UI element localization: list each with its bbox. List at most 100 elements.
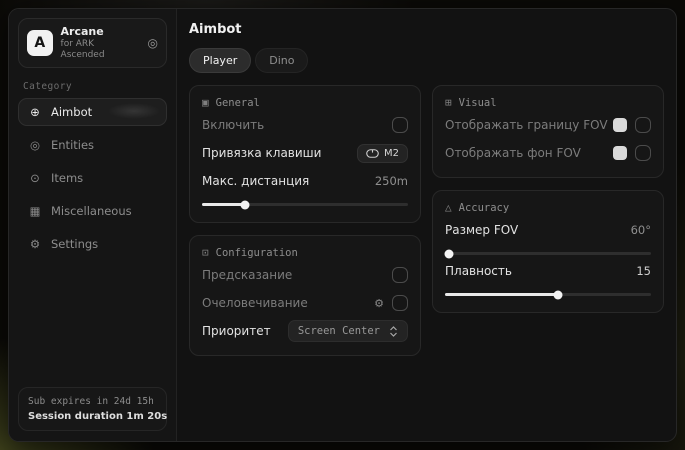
fov-border-checkbox[interactable] (635, 117, 651, 133)
right-column: ⊞ Visual Отображать границу FOV Отобража… (432, 85, 664, 313)
configuration-icon: ⊡ (202, 246, 209, 259)
fov-border-row: Отображать границу FOV (445, 113, 651, 137)
brand-card: A Arcane for ARK Ascended ◎ (18, 18, 167, 68)
main-content: Aimbot Player Dino ▣ General Включить (177, 9, 676, 441)
prediction-row: Предсказание (202, 263, 408, 287)
max-distance-slider[interactable] (202, 203, 408, 206)
slider-fill (445, 293, 558, 296)
card-accuracy-header: △ Accuracy (445, 201, 651, 214)
app-window: A Arcane for ARK Ascended ◎ Category ⊕ A… (8, 8, 677, 442)
fov-bg-checkbox[interactable] (635, 145, 651, 161)
smoothness-value: 15 (636, 264, 651, 278)
card-visual-header: ⊞ Visual (445, 96, 651, 109)
entities-icon: ◎ (28, 138, 42, 152)
priority-dropdown[interactable]: Screen Center (288, 320, 408, 342)
smoothness-row: Плавность 15 (445, 259, 651, 283)
sidebar-item-settings[interactable]: ⚙ Settings (18, 230, 167, 258)
enable-label: Включить (202, 118, 264, 132)
fov-bg-label: Отображать фон FOV (445, 146, 581, 160)
chevron-up-down-icon (389, 326, 398, 337)
sidebar-item-label: Entities (51, 138, 94, 152)
slider-fill (202, 203, 245, 206)
fov-bg-color-swatch[interactable] (613, 146, 627, 160)
smoothness-slider[interactable] (445, 293, 651, 296)
card-configuration-title: Configuration (216, 247, 298, 259)
keybind-value: M2 (384, 148, 399, 159)
page-title: Aimbot (189, 22, 664, 37)
sidebar-nav: ⊕ Aimbot ◎ Entities ⊙ Items ▦ Miscellane… (18, 98, 167, 258)
items-icon: ⊙ (28, 171, 42, 185)
slider-thumb[interactable] (241, 200, 250, 209)
card-general-header: ▣ General (202, 96, 408, 109)
gear-icon: ⚙ (28, 237, 42, 251)
target-icon[interactable]: ◎ (148, 36, 158, 50)
max-distance-label: Макс. дистанция (202, 174, 309, 188)
priority-row: Приоритет Screen Center (202, 319, 408, 343)
sidebar-item-aimbot[interactable]: ⊕ Aimbot (18, 98, 167, 126)
grid-icon: ▦ (28, 204, 42, 218)
sidebar-item-entities[interactable]: ◎ Entities (18, 131, 167, 159)
keybind-button[interactable]: M2 (357, 144, 408, 163)
brand-subtitle: for ARK Ascended (61, 39, 140, 62)
fov-border-color-swatch[interactable] (613, 118, 627, 132)
sidebar-item-label: Settings (51, 237, 98, 251)
game-overlay-background: { "sidebar": { "brand": { "logo_letter":… (0, 0, 685, 450)
fov-size-row: Размер FOV 60° (445, 218, 651, 242)
fov-bg-row: Отображать фон FOV (445, 141, 651, 165)
card-configuration-header: ⊡ Configuration (202, 246, 408, 259)
humanize-row: Очеловечивание ⚙ (202, 291, 408, 315)
mouse-icon (366, 149, 379, 158)
card-accuracy-title: Accuracy (459, 202, 510, 214)
card-visual-title: Visual (459, 97, 497, 109)
visual-icon: ⊞ (445, 96, 452, 109)
card-visual: ⊞ Visual Отображать границу FOV Отобража… (432, 85, 664, 178)
keybind-row: Привязка клавиши M2 (202, 141, 408, 165)
session-card: Sub expires in 24d 15h Session duration … (18, 387, 167, 431)
prediction-label: Предсказание (202, 268, 292, 282)
slider-thumb[interactable] (445, 249, 454, 258)
fov-border-controls (613, 117, 651, 133)
sidebar-item-label: Aimbot (51, 105, 92, 119)
brand-title: Arcane (61, 25, 140, 39)
tab-dino[interactable]: Dino (255, 48, 308, 73)
prediction-checkbox[interactable] (392, 267, 408, 283)
session-duration-text: Session duration 1m 20s (28, 411, 157, 422)
sidebar-item-items[interactable]: ⊙ Items (18, 164, 167, 192)
card-general: ▣ General Включить Привязка клавиши M2 (189, 85, 421, 223)
sidebar: A Arcane for ARK Ascended ◎ Category ⊕ A… (9, 9, 177, 441)
keybind-label: Привязка клавиши (202, 146, 321, 160)
fov-size-label: Размер FOV (445, 223, 518, 237)
left-column: ▣ General Включить Привязка клавиши M2 (189, 85, 421, 356)
accuracy-icon: △ (445, 201, 452, 214)
tab-player[interactable]: Player (189, 48, 251, 73)
enable-row: Включить (202, 113, 408, 137)
smoothness-label: Плавность (445, 264, 512, 278)
max-distance-row: Макс. дистанция 250m (202, 169, 408, 193)
fov-size-value: 60° (631, 223, 651, 237)
priority-label: Приоритет (202, 324, 271, 338)
slider-thumb[interactable] (554, 290, 563, 299)
cards-grid: ▣ General Включить Привязка клавиши M2 (189, 85, 664, 356)
fov-size-slider[interactable] (445, 252, 651, 255)
category-label: Category (23, 81, 162, 92)
sidebar-item-miscellaneous[interactable]: ▦ Miscellaneous (18, 197, 167, 225)
enable-checkbox[interactable] (392, 117, 408, 133)
tab-bar: Player Dino (189, 48, 664, 73)
humanize-label: Очеловечивание (202, 296, 308, 310)
brand-logo: A (27, 30, 53, 56)
sub-expires-text: Sub expires in 24d 15h (28, 396, 157, 407)
humanize-checkbox[interactable] (392, 295, 408, 311)
fov-bg-controls (613, 145, 651, 161)
humanize-settings-icon[interactable]: ⚙ (374, 297, 384, 310)
card-accuracy: △ Accuracy Размер FOV 60° Плавность 15 (432, 190, 664, 313)
sidebar-item-label: Miscellaneous (51, 204, 132, 218)
priority-value: Screen Center (298, 325, 380, 337)
max-distance-value: 250m (375, 174, 408, 188)
fov-border-label: Отображать границу FOV (445, 118, 608, 132)
crosshair-icon: ⊕ (28, 105, 42, 119)
humanize-controls: ⚙ (374, 295, 408, 311)
general-icon: ▣ (202, 96, 209, 109)
card-configuration: ⊡ Configuration Предсказание Очеловечива… (189, 235, 421, 356)
card-general-title: General (216, 97, 260, 109)
brand-text: Arcane for ARK Ascended (61, 25, 140, 61)
